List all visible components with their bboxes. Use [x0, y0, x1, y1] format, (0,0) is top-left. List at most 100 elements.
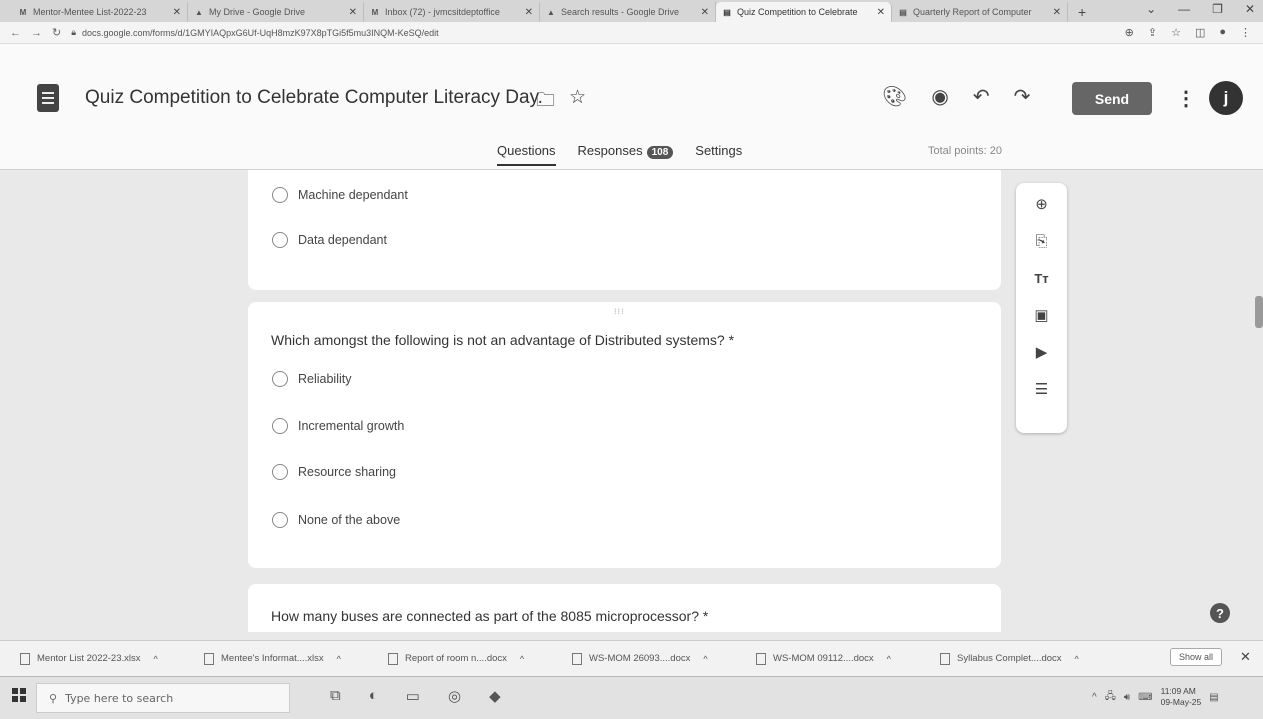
clock-time: 11:09 AM: [1160, 686, 1196, 696]
radio-button[interactable]: [272, 371, 288, 387]
drive-favicon-icon: ▲: [547, 7, 555, 17]
file-icon: [940, 652, 950, 665]
question-card[interactable]: How many buses are connected as part of …: [248, 584, 1001, 632]
office-icon[interactable]: ◆: [489, 687, 501, 705]
tab-close-icon[interactable]: ✕: [349, 7, 357, 18]
radio-button[interactable]: [272, 187, 288, 203]
add-video-icon[interactable]: ▶: [1031, 341, 1053, 363]
browser-tab[interactable]: M Mentor-Mentee List-2022-23 ✕: [12, 2, 188, 22]
palette-icon[interactable]: 🎨︎: [882, 84, 907, 109]
show-all-button[interactable]: Show all: [1170, 648, 1223, 666]
network-icon[interactable]: 🖧︎: [1105, 689, 1116, 706]
tab-close-icon[interactable]: ✕: [701, 7, 709, 18]
tab-questions[interactable]: Questions: [497, 143, 556, 166]
forms-logo-icon[interactable]: [37, 84, 59, 112]
more-options-icon[interactable]: ⋮: [1176, 86, 1196, 111]
browser-menu-icon[interactable]: ⋮: [1240, 26, 1251, 39]
chevron-up-icon[interactable]: ^: [154, 654, 158, 664]
chrome-icon[interactable]: ◎: [448, 687, 461, 705]
browser-tab[interactable]: ▲ My Drive - Google Drive ✕: [188, 2, 364, 22]
download-item[interactable]: Syllabus Complet....docx ^: [940, 652, 1124, 665]
file-icon: [388, 652, 398, 665]
radio-button[interactable]: [272, 464, 288, 480]
responses-count-badge: 108: [646, 146, 674, 159]
zoom-icon[interactable]: ⊕: [1125, 26, 1134, 39]
chevron-up-icon[interactable]: ^: [520, 654, 524, 664]
tab-responses-label: Responses: [577, 143, 643, 158]
radio-button[interactable]: [272, 232, 288, 248]
add-image-icon[interactable]: ▣: [1031, 304, 1053, 326]
tab-search-icon[interactable]: ⌄: [1146, 2, 1156, 16]
reload-icon[interactable]: ↻: [52, 26, 61, 39]
add-title-icon[interactable]: Tт: [1031, 267, 1053, 289]
send-button[interactable]: Send: [1072, 82, 1152, 115]
import-questions-icon[interactable]: ⎘: [1031, 230, 1053, 252]
option-row: Reliability: [272, 371, 352, 387]
forward-icon[interactable]: →: [31, 27, 42, 39]
tab-title: Search results - Google Drive: [561, 7, 680, 17]
folder-icon[interactable]: 🗀: [536, 86, 555, 118]
browser-tab[interactable]: ▲ Search results - Google Drive ✕: [540, 2, 716, 22]
file-explorer-icon[interactable]: ▭: [406, 687, 420, 705]
tab-close-icon[interactable]: ✕: [173, 7, 181, 18]
volume-icon[interactable]: 🔊︎: [1124, 692, 1130, 703]
back-icon[interactable]: ←: [10, 27, 21, 39]
drag-handle-icon[interactable]: ⁝⁝⁝: [614, 307, 625, 316]
close-downloads-icon[interactable]: ✕: [1240, 649, 1251, 665]
option-row: Resource sharing: [272, 464, 396, 480]
chevron-up-icon[interactable]: ^: [887, 654, 891, 664]
url-field[interactable]: 🔒︎ docs.google.com/forms/d/1GMYIAQpxG6Uf…: [71, 27, 1114, 38]
question-card[interactable]: Machine dependant Data dependant: [248, 170, 1001, 290]
keyboard-icon[interactable]: ⌨: [1138, 692, 1152, 703]
taskbar-search[interactable]: ⚲ Type here to search: [36, 683, 290, 713]
close-window-icon[interactable]: ✕: [1245, 2, 1255, 16]
download-item[interactable]: Report of room n....docx ^: [388, 652, 572, 665]
sidepanel-icon[interactable]: ◫: [1195, 26, 1205, 39]
clock[interactable]: 11:09 AM 09-May-25: [1161, 686, 1202, 708]
extension-icon[interactable]: ●: [1219, 26, 1226, 39]
tab-responses[interactable]: Responses 108: [578, 143, 674, 166]
download-item[interactable]: WS-MOM 09112....docx ^: [756, 652, 940, 665]
browser-tab-active[interactable]: ▤ Quiz Competition to Celebrate ✕: [716, 2, 892, 22]
restore-icon[interactable]: ❐: [1212, 2, 1223, 16]
preview-eye-icon[interactable]: ◉: [931, 84, 948, 109]
browser-tab[interactable]: M Inbox (72) - jvmcsitdeptoffice ✕: [364, 2, 540, 22]
bookmark-star-icon[interactable]: ☆: [1171, 26, 1181, 39]
file-icon: [572, 652, 582, 665]
radio-button[interactable]: [272, 512, 288, 528]
chevron-up-icon[interactable]: ^: [337, 654, 341, 664]
tab-settings[interactable]: Settings: [695, 143, 742, 166]
star-icon[interactable]: ☆: [569, 86, 586, 118]
undo-icon[interactable]: ↶: [973, 84, 990, 109]
chevron-up-icon[interactable]: ^: [1075, 654, 1079, 664]
notifications-icon[interactable]: ▤: [1209, 692, 1218, 703]
scrollbar-thumb[interactable]: [1255, 296, 1263, 328]
radio-button[interactable]: [272, 418, 288, 434]
form-title[interactable]: Quiz Competition to Celebrate Computer L…: [85, 87, 543, 109]
avatar[interactable]: j: [1209, 81, 1243, 115]
add-section-icon[interactable]: ☰: [1031, 378, 1053, 400]
minimize-icon[interactable]: —: [1178, 2, 1190, 16]
chevron-up-icon[interactable]: ^: [703, 654, 707, 664]
windows-start-icon[interactable]: [12, 688, 26, 702]
tab-close-icon[interactable]: ✕: [877, 7, 885, 18]
download-item[interactable]: WS-MOM 26093....docx ^: [572, 652, 756, 665]
tab-close-icon[interactable]: ✕: [525, 7, 533, 18]
add-question-icon[interactable]: ⊕: [1031, 193, 1053, 215]
download-item[interactable]: Mentor List 2022-23.xlsx ^: [20, 652, 204, 665]
option-label: Resource sharing: [298, 465, 396, 479]
question-card[interactable]: ⁝⁝⁝ Which amongst the following is not a…: [248, 302, 1001, 568]
task-view-icon[interactable]: ⧉: [330, 687, 341, 705]
tab-close-icon[interactable]: ✕: [1053, 7, 1061, 18]
search-placeholder: Type here to search: [65, 691, 174, 705]
new-tab-icon[interactable]: +: [1068, 2, 1096, 22]
title-icons: 🗀 ☆: [536, 86, 586, 118]
help-icon[interactable]: ?: [1210, 603, 1230, 623]
edge-icon[interactable]: ◐: [369, 687, 378, 705]
header-actions: 🎨︎ ◉ ↶ ↷: [882, 84, 1030, 109]
browser-tab[interactable]: ▤ Quarterly Report of Computer ✕: [892, 2, 1068, 22]
tray-chevron-icon[interactable]: ^: [1092, 692, 1097, 703]
download-item[interactable]: Mentee's Informat....xlsx ^: [204, 652, 388, 665]
redo-icon[interactable]: ↷: [1014, 84, 1031, 109]
share-icon[interactable]: ⇪: [1148, 26, 1157, 39]
